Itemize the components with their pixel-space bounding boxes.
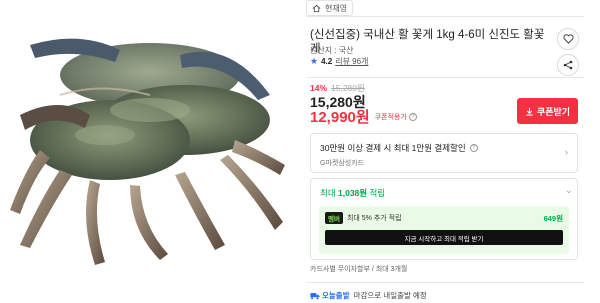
star-icon: ★ [310,56,319,66]
delivery-info: 오늘출발 마감으로 내일출발 예정 [310,290,427,301]
delivery-badge: 오늘출발 [310,290,350,301]
card-name: G마켓삼성카드 [320,160,365,167]
coupon-price-row: 12,990원 쿠폰적용가 ? [310,106,417,127]
download-icon [526,107,533,116]
card-benefit-headline: 30만원 이상 결제 시 최대 1만원 결제할인 ? [320,142,478,154]
installment-info: 카드사별 무이자할부 / 최대 3개월 [310,266,408,273]
help-icon[interactable]: ? [469,144,478,152]
coupon-label-text: 쿠폰적용가 [374,113,407,121]
seller-store-link[interactable]: 현재영 [306,0,354,16]
product-image[interactable] [0,0,296,303]
crab-photo [10,38,285,265]
card-benefit-box[interactable]: 30만원 이상 결제 시 최대 1만원 결제할인 ? G마켓삼성카드 › [310,133,578,173]
help-icon[interactable]: ? [408,112,417,121]
chevron-down-icon[interactable]: ⌄ [565,185,573,196]
rating: ★ 4.2 리뷰 96개 [310,56,368,67]
get-coupon-button[interactable]: 쿠폰받기 [517,98,578,124]
seller-name: 현재영 [325,3,348,13]
reward-box: 최대 1,038원 적립 ⌄ 멤버 최대 5% 추가 적립 649원 지금 시작… [310,178,578,260]
reward-suffix: 적립 [369,188,386,198]
wishlist-button[interactable] [557,28,579,50]
membership-cta-button[interactable]: 지금 시작하고 최대 적립 받기 [325,230,563,245]
truck-icon [310,292,320,299]
product-origin: 원산지 : 국산 [310,46,354,55]
share-button[interactable] [557,54,579,76]
membership-row: 멤버 최대 5% 추가 적립 649원 [325,212,563,224]
divider [306,16,584,17]
heart-icon [562,34,574,44]
get-coupon-label: 쿠폰받기 [536,106,571,117]
coupon-label: 쿠폰적용가 ? [375,112,417,122]
member-badge: 멤버 [325,212,343,224]
reward-amount: 1,038원 [338,188,368,198]
divider [306,77,584,78]
card-benefit-text: 30만원 이상 결제 시 최대 1만원 결제할인 [320,143,466,153]
reward-headline: 최대 1,038원 적립 [320,187,385,199]
product-info-panel: 현재영 (신선집중) 국내산 활 꽃게 1kg 4-6미 신진도 활꽃게 원산지… [306,0,592,303]
member-amount: 649원 [543,213,563,223]
share-icon [563,60,573,70]
divider [306,282,584,283]
coupon-price: 12,990원 [310,109,370,126]
member-text: 최대 5% 추가 적립 [346,215,402,222]
membership-benefit: 멤버 최대 5% 추가 적립 649원 지금 시작하고 최대 적립 받기 [319,206,569,254]
review-count-link[interactable]: 리뷰 96개 [335,56,368,67]
chevron-right-icon: › [565,147,568,157]
delivery-text: 마감으로 내일출발 예정 [353,291,427,300]
delivery-badge-text: 오늘출발 [322,291,350,300]
home-icon [312,4,321,12]
reward-prefix: 최대 [320,188,336,198]
rating-score: 4.2 [321,57,333,66]
